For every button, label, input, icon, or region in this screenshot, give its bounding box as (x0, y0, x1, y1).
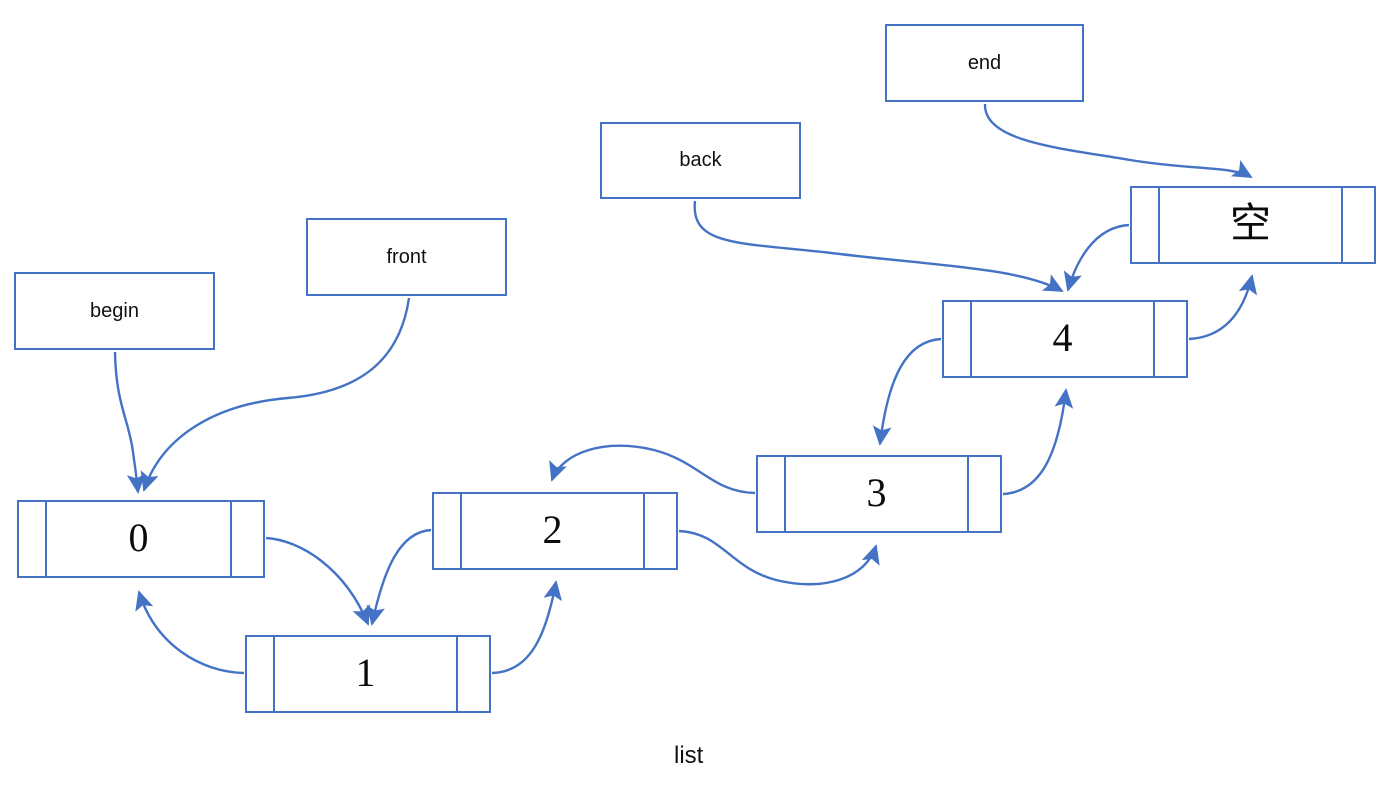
edge-2-next-3 (678, 529, 880, 586)
node-next-pointer-cell (967, 457, 1000, 531)
edge-3-next-4 (1002, 388, 1074, 496)
node-next-pointer-cell (643, 494, 676, 568)
node-prev-pointer-cell (19, 502, 47, 576)
list-node-1[interactable]: 1 (245, 635, 491, 713)
node-value: 1 (355, 649, 376, 695)
node-value: 4 (1052, 314, 1073, 360)
edge-begin-to-0 (113, 351, 146, 494)
node-next-pointer-cell (230, 502, 263, 576)
pointer-label-text: begin (90, 299, 139, 322)
pointer-label-end[interactable]: end (885, 24, 1084, 102)
pointer-label-text: front (386, 245, 427, 268)
node-value: 3 (866, 469, 887, 515)
pointer-label-text: end (967, 51, 1002, 74)
edge-back-to-4 (693, 200, 1064, 293)
pointer-label-back[interactable]: back (600, 122, 801, 199)
list-node-2[interactable]: 2 (432, 492, 678, 570)
edge-end-to-nil (983, 103, 1253, 179)
edge-2-prev-1 (366, 528, 432, 626)
node-prev-pointer-cell (758, 457, 786, 531)
edge-0-next-1 (265, 536, 370, 626)
diagram-canvas: 0 1 2 3 4 空 begin front back end list (0, 0, 1388, 788)
list-node-4[interactable]: 4 (942, 300, 1188, 378)
edge-nil-prev-4 (1063, 223, 1130, 292)
list-node-sentinel[interactable]: 空 (1130, 186, 1376, 264)
pointer-label-text: back (679, 149, 722, 171)
node-prev-pointer-cell (247, 637, 275, 711)
node-value: 空 (1230, 199, 1271, 247)
edge-layer (113, 103, 1258, 675)
node-next-pointer-cell (456, 637, 489, 711)
list-node-0[interactable]: 0 (17, 500, 265, 578)
node-value: 0 (128, 514, 149, 560)
pointer-label-begin[interactable]: begin (14, 272, 215, 350)
node-next-pointer-cell (1153, 302, 1186, 376)
node-value: 2 (542, 506, 563, 552)
edge-4-prev-3 (872, 337, 942, 446)
node-prev-pointer-cell (434, 494, 462, 568)
pointer-label-front[interactable]: front (306, 218, 507, 296)
edge-1-prev-0 (135, 590, 245, 675)
edge-4-next-nil (1188, 274, 1258, 341)
edge-3-prev-2 (549, 444, 756, 495)
node-prev-pointer-cell (944, 302, 972, 376)
node-prev-pointer-cell (1132, 188, 1160, 262)
list-node-3[interactable]: 3 (756, 455, 1002, 533)
node-next-pointer-cell (1341, 188, 1374, 262)
diagram-caption: list (674, 742, 704, 769)
edge-1-next-2 (491, 580, 562, 675)
